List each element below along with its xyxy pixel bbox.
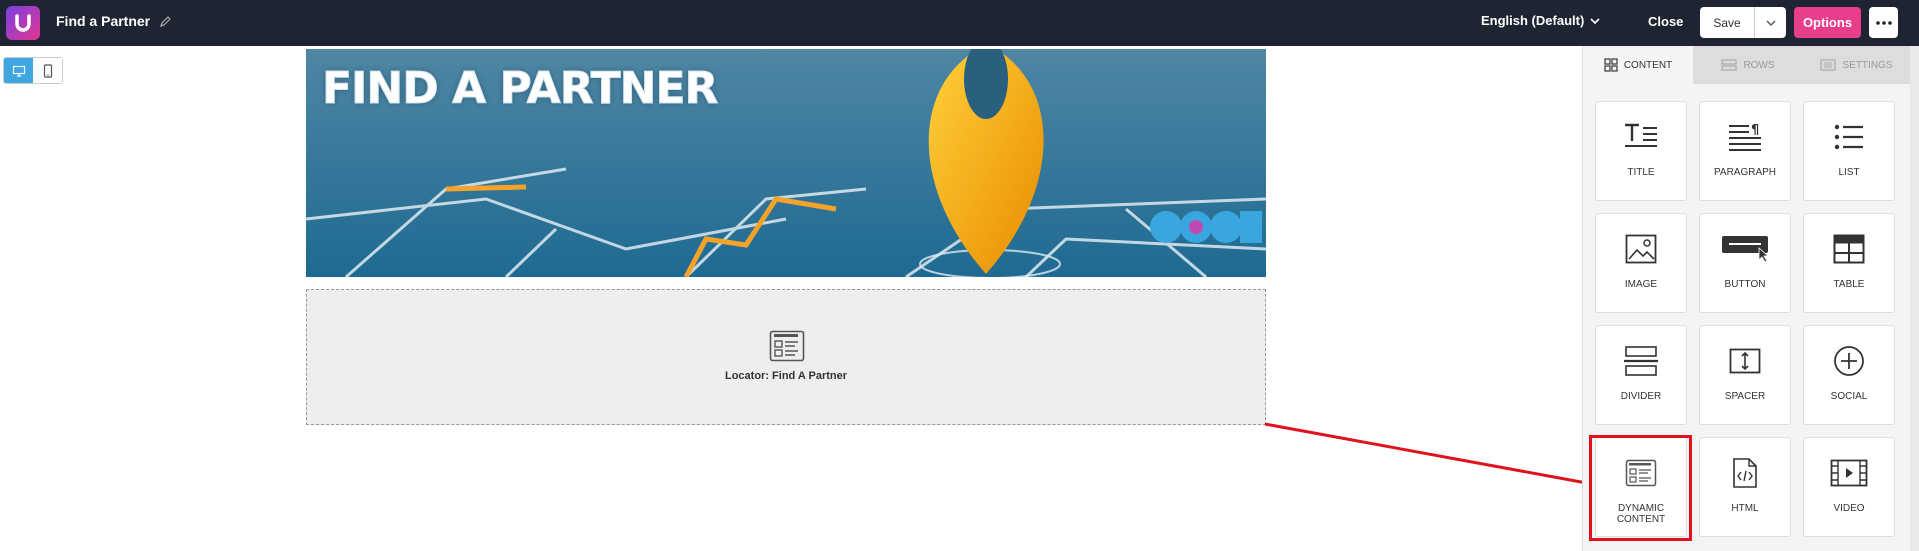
banner-image[interactable]: FIND A PARTNER <box>306 49 1266 277</box>
tab-rows[interactable]: ROWS <box>1693 46 1803 84</box>
desktop-icon <box>12 65 25 77</box>
settings-icon <box>1820 59 1837 71</box>
dynamic-content-icon <box>769 330 805 367</box>
tab-label: SETTINGS <box>1842 59 1893 71</box>
tile-table[interactable]: TABLE <box>1803 213 1895 313</box>
coop-logo <box>1150 211 1262 243</box>
mobile-view-button[interactable] <box>33 58 62 83</box>
tile-button[interactable]: BUTTON <box>1699 213 1791 313</box>
more-button[interactable] <box>1869 7 1898 38</box>
more-dots-icon <box>1875 20 1892 25</box>
tile-paragraph[interactable]: ¶ PARAGRAPH <box>1699 101 1791 201</box>
tile-title[interactable]: TITLE <box>1595 101 1687 201</box>
html-icon <box>1700 456 1790 490</box>
chevron-down-icon <box>1590 17 1600 24</box>
rows-icon <box>1721 59 1738 71</box>
grid-icon <box>1604 58 1618 72</box>
tile-label: HTML <box>1731 503 1759 514</box>
close-button[interactable]: Close <box>1648 14 1683 29</box>
dynamic-content-label: Locator: Find A Partner <box>724 370 848 382</box>
social-icon <box>1804 344 1894 378</box>
list-icon <box>1804 120 1894 154</box>
tile-label: IMAGE <box>1624 279 1658 290</box>
banner-title: FIND A PARTNER <box>321 63 718 115</box>
device-toggle <box>3 57 63 84</box>
tile-label: SOCIAL <box>1830 391 1868 402</box>
panel-tabs: CONTENT ROWS SETTINGS <box>1583 46 1910 84</box>
language-selector[interactable]: English (Default) <box>1481 13 1600 28</box>
tile-label: TITLE <box>1627 167 1655 178</box>
tile-label: BUTTON <box>1724 279 1766 290</box>
edit-title-icon[interactable] <box>159 14 173 33</box>
logo-u-icon <box>15 14 31 32</box>
app-logo[interactable] <box>6 6 40 40</box>
tab-label: ROWS <box>1743 59 1775 71</box>
paragraph-icon: ¶ <box>1700 120 1790 154</box>
spacer-icon <box>1700 344 1790 378</box>
save-group: Save <box>1700 7 1786 38</box>
desktop-view-button[interactable] <box>4 58 33 83</box>
table-icon <box>1804 232 1894 266</box>
save-button[interactable]: Save <box>1700 7 1755 38</box>
divider-icon <box>1596 344 1686 378</box>
tab-label: CONTENT <box>1623 59 1673 71</box>
tile-image[interactable]: IMAGE <box>1595 213 1687 313</box>
tile-list[interactable]: LIST <box>1803 101 1895 201</box>
highlight-box <box>1589 435 1692 541</box>
tile-video[interactable]: VIDEO <box>1803 437 1895 537</box>
tile-divider[interactable]: DIVIDER <box>1595 325 1687 425</box>
svg-text:¶: ¶ <box>1751 123 1759 138</box>
title-icon <box>1596 120 1686 154</box>
tile-spacer[interactable]: SPACER <box>1699 325 1791 425</box>
mobile-icon <box>43 63 52 78</box>
video-icon <box>1804 456 1894 490</box>
tile-social[interactable]: SOCIAL <box>1803 325 1895 425</box>
options-button[interactable]: Options <box>1794 7 1861 38</box>
tile-label: PARAGRAPH <box>1713 167 1777 178</box>
tab-settings[interactable]: SETTINGS <box>1803 46 1910 84</box>
language-label: English (Default) <box>1481 13 1585 28</box>
tile-label: SPACER <box>1724 391 1766 402</box>
tile-label: TABLE <box>1833 279 1865 290</box>
tile-label: VIDEO <box>1833 503 1865 514</box>
save-dropdown-button[interactable] <box>1755 7 1786 38</box>
tile-html[interactable]: HTML <box>1699 437 1791 537</box>
image-icon <box>1596 232 1686 266</box>
panel-scrollbar[interactable] <box>1910 46 1919 551</box>
tile-label: DIVIDER <box>1620 391 1662 402</box>
document-title: Find a Partner <box>56 13 151 29</box>
chevron-down-icon <box>1766 20 1775 26</box>
tab-content[interactable]: CONTENT <box>1583 46 1693 84</box>
top-bar: Find a Partner English (Default) Close S… <box>0 0 1919 46</box>
dynamic-content-block[interactable]: Locator: Find A Partner <box>306 289 1266 425</box>
tile-label: LIST <box>1838 167 1860 178</box>
button-icon <box>1700 232 1790 266</box>
